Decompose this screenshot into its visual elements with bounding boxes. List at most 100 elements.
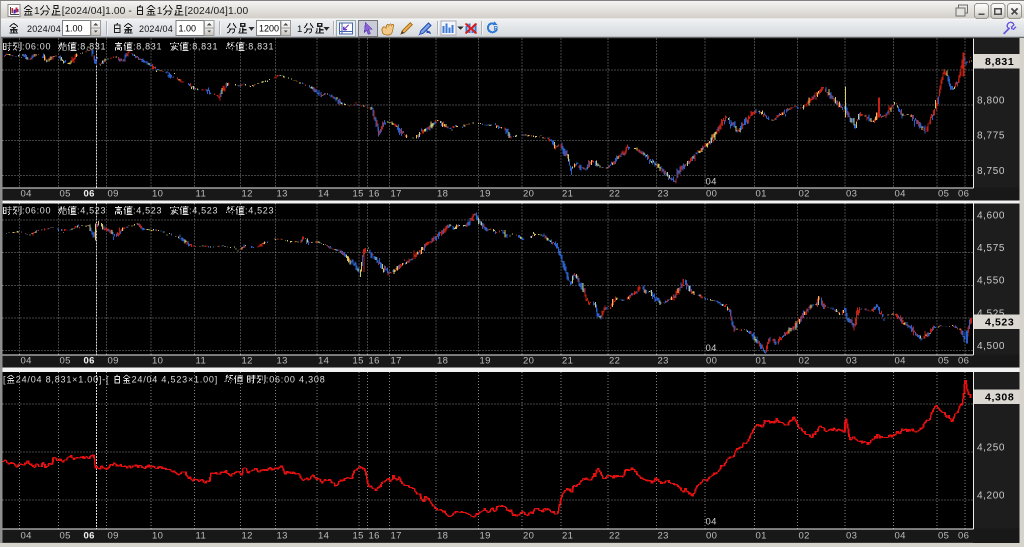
svg-text:05: 05 (60, 189, 71, 200)
svg-text::4,523: :4,523 (77, 206, 106, 216)
svg-text:06: 06 (84, 356, 95, 367)
svg-text::06:00: :06:00 (22, 42, 51, 52)
svg-text::4,523: :4,523 (245, 206, 274, 216)
svg-text:22: 22 (609, 531, 620, 542)
svg-text:15: 15 (353, 531, 364, 542)
svg-text:1.00: 1.00 (65, 24, 83, 34)
svg-text:18: 18 (437, 189, 448, 200)
svg-text:20: 20 (523, 531, 534, 542)
svg-text:04: 04 (895, 531, 906, 542)
svg-text:01: 01 (756, 356, 767, 367)
svg-text:8,800: 8,800 (977, 96, 1005, 107)
svg-text:[2024/04]1.00 -: [2024/04]1.00 - (62, 6, 132, 17)
svg-text:09: 09 (108, 356, 119, 367)
svg-text:4,600: 4,600 (977, 210, 1005, 221)
svg-text:02: 02 (799, 356, 810, 367)
svg-text:16: 16 (369, 189, 380, 200)
svg-text::06:00 4,308: :06:00 4,308 (266, 374, 326, 384)
svg-text:04: 04 (895, 189, 906, 200)
svg-text:8,775: 8,775 (977, 131, 1005, 142)
svg-text:04: 04 (706, 343, 717, 354)
svg-text:22: 22 (609, 356, 620, 367)
svg-text:06: 06 (958, 189, 969, 200)
svg-text:11: 11 (196, 531, 207, 542)
svg-text:13: 13 (277, 189, 288, 200)
svg-text:06: 06 (958, 531, 969, 542)
svg-text:1: 1 (34, 6, 40, 17)
svg-text:00: 00 (706, 356, 717, 367)
svg-text:21: 21 (562, 531, 573, 542)
svg-text:04: 04 (895, 356, 906, 367)
svg-text:2024/04: 2024/04 (27, 24, 61, 34)
svg-text:4,575: 4,575 (977, 243, 1005, 254)
svg-text:4,200: 4,200 (977, 490, 1005, 501)
svg-text:22: 22 (609, 189, 620, 200)
svg-text:13: 13 (277, 356, 288, 367)
svg-text:15: 15 (353, 356, 364, 367)
svg-text::4,523: :4,523 (133, 206, 162, 216)
svg-text:00: 00 (706, 531, 717, 542)
svg-text:4,308: 4,308 (985, 391, 1014, 403)
svg-text:01: 01 (756, 189, 767, 200)
svg-text::4,523: :4,523 (189, 206, 218, 216)
svg-text:[2024/04]1.00: [2024/04]1.00 (185, 6, 249, 17)
svg-text:06: 06 (84, 531, 95, 542)
svg-text:1200: 1200 (259, 24, 279, 34)
svg-text:1.00: 1.00 (179, 24, 197, 34)
svg-text:21: 21 (562, 356, 573, 367)
svg-text:1: 1 (157, 6, 163, 17)
svg-text::8,831: :8,831 (245, 42, 274, 52)
svg-text:8,831: 8,831 (985, 56, 1014, 68)
svg-text:10: 10 (152, 189, 163, 200)
svg-text:03: 03 (846, 189, 857, 200)
svg-text:23: 23 (658, 189, 669, 200)
svg-text:04: 04 (706, 177, 717, 188)
svg-text:04: 04 (21, 189, 32, 200)
svg-text:1: 1 (297, 24, 302, 35)
svg-text:4,523: 4,523 (985, 317, 1014, 329)
svg-text:06: 06 (958, 356, 969, 367)
svg-text:16: 16 (369, 531, 380, 542)
svg-text:4,550: 4,550 (977, 276, 1005, 287)
svg-text:19: 19 (480, 189, 491, 200)
svg-text:01: 01 (756, 531, 767, 542)
svg-text:09: 09 (108, 189, 119, 200)
svg-text:09: 09 (108, 531, 119, 542)
svg-text:24/04 8,831×1.00]-[: 24/04 8,831×1.00]-[ (16, 374, 110, 384)
svg-text:20: 20 (523, 356, 534, 367)
svg-text:R: R (494, 26, 499, 32)
svg-text:12: 12 (242, 189, 253, 200)
svg-text:2024/04: 2024/04 (139, 24, 173, 34)
svg-text::8,831: :8,831 (189, 42, 218, 52)
svg-text:11: 11 (196, 189, 207, 200)
svg-text:[: [ (3, 374, 6, 384)
svg-text:12: 12 (242, 531, 253, 542)
svg-text:03: 03 (846, 531, 857, 542)
svg-text::8,831: :8,831 (133, 42, 162, 52)
svg-text:17: 17 (391, 531, 402, 542)
svg-text:05: 05 (938, 531, 949, 542)
svg-text:18: 18 (437, 531, 448, 542)
svg-text:05: 05 (938, 189, 949, 200)
svg-text:02: 02 (799, 531, 810, 542)
svg-text::06:00: :06:00 (22, 206, 51, 216)
svg-text:10: 10 (152, 356, 163, 367)
svg-text:23: 23 (658, 356, 669, 367)
svg-text:15: 15 (353, 189, 364, 200)
svg-text::8,831: :8,831 (77, 42, 106, 52)
svg-text:14: 14 (318, 356, 329, 367)
svg-text:17: 17 (391, 356, 402, 367)
svg-text:24/04 4,523×1.00]: 24/04 4,523×1.00] (132, 374, 218, 384)
svg-text:04: 04 (21, 356, 32, 367)
svg-text:02: 02 (799, 189, 810, 200)
svg-text:13: 13 (277, 531, 288, 542)
svg-text:05: 05 (938, 356, 949, 367)
svg-text:12: 12 (242, 356, 253, 367)
svg-text:17: 17 (391, 189, 402, 200)
svg-text:04: 04 (706, 517, 717, 528)
svg-text:20: 20 (523, 189, 534, 200)
svg-text:4,500: 4,500 (977, 341, 1005, 352)
svg-text:10: 10 (152, 531, 163, 542)
svg-text:06: 06 (84, 189, 95, 200)
svg-text:16: 16 (369, 356, 380, 367)
